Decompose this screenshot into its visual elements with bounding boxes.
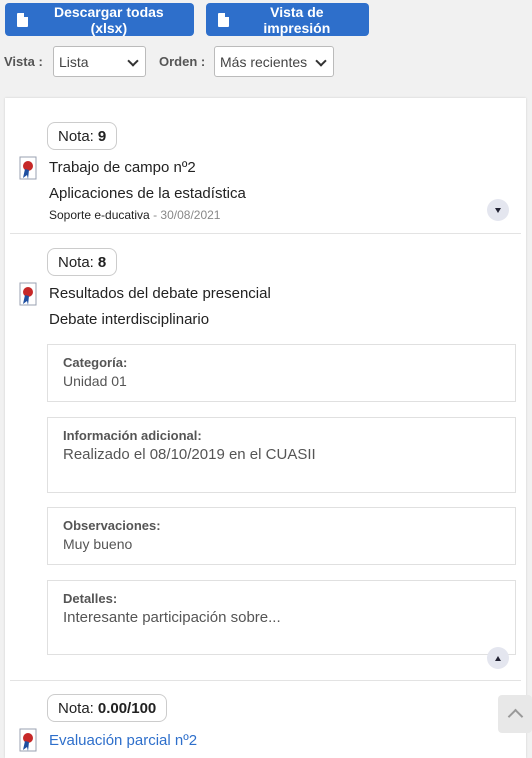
detail-category: Categoría: Unidad 01 [47, 344, 516, 402]
divider [10, 233, 521, 234]
detail-heading: Información adicional: [63, 428, 202, 443]
chevron-down-icon [495, 207, 501, 213]
award-ribbon-icon [19, 156, 37, 180]
detail-value: Muy bueno [63, 536, 133, 552]
chevron-up-icon [495, 655, 501, 661]
grade-value: 9 [97, 127, 107, 145]
scroll-to-top-button[interactable] [498, 695, 532, 733]
grade-value: 0.00/100 [97, 699, 157, 717]
order-label: Orden : [159, 54, 206, 69]
grade-value: 8 [97, 253, 107, 271]
expand-button[interactable] [487, 199, 509, 221]
item-title-link[interactable]: Evaluación parcial nº2 [49, 732, 197, 749]
detail-details: Detalles: Interesante participación sobr… [47, 580, 516, 655]
grades-list: Nota: 9 Trabajo de campo nº2 Aplicaciones… [5, 98, 526, 758]
view-label: Vista : [4, 54, 43, 69]
view-select[interactable]: Lista [53, 46, 146, 77]
item-date: - 30/08/2021 [153, 208, 221, 222]
print-view-button[interactable]: Vista de impresión [206, 3, 369, 36]
collapse-button[interactable] [487, 647, 509, 669]
detail-value: Realizado el 08/10/2019 en el CUASII [63, 446, 316, 463]
chevron-down-icon [127, 55, 139, 67]
item-subtitle: Debate interdisciplinario [49, 311, 210, 328]
detail-additional-info: Información adicional: Realizado el 08/1… [47, 417, 516, 493]
download-all-xlsx-button[interactable]: Descargar todas (xlsx) [5, 3, 194, 36]
item-author: Soporte e-ducativa [49, 208, 150, 222]
excel-file-icon [17, 12, 28, 27]
grade-badge: Nota: 8 [47, 248, 118, 276]
order-select[interactable]: Más recientes [214, 46, 334, 77]
grade-badge: Nota: 9 [47, 122, 118, 150]
download-all-label: Descargar todas (xlsx) [54, 3, 164, 36]
grade-badge: Nota: 0.00/100 [47, 694, 168, 722]
award-ribbon-icon [19, 282, 37, 306]
order-select-value: Más recientes [220, 53, 308, 70]
print-view-label: Vista de impresión [263, 3, 331, 36]
detail-heading: Detalles: [63, 591, 118, 606]
detail-observations: Observaciones: Muy bueno [47, 507, 516, 565]
chevron-down-icon [315, 55, 327, 67]
detail-value: Interesante participación sobre... [63, 609, 281, 626]
detail-value: Unidad 01 [63, 373, 127, 389]
item-subtitle: Aplicaciones de la estadística [49, 185, 246, 202]
item-meta: Soporte e-ducativa - 30/08/2021 [49, 208, 220, 222]
arrow-up-icon [507, 708, 523, 725]
detail-heading: Categoría: [63, 355, 128, 370]
divider [10, 680, 521, 681]
item-title: Trabajo de campo nº2 [49, 159, 196, 176]
pdf-file-icon [218, 12, 229, 27]
view-select-value: Lista [59, 53, 89, 70]
item-title: Resultados del debate presencial [49, 285, 271, 302]
detail-heading: Observaciones: [63, 518, 161, 533]
award-ribbon-icon [19, 728, 37, 752]
